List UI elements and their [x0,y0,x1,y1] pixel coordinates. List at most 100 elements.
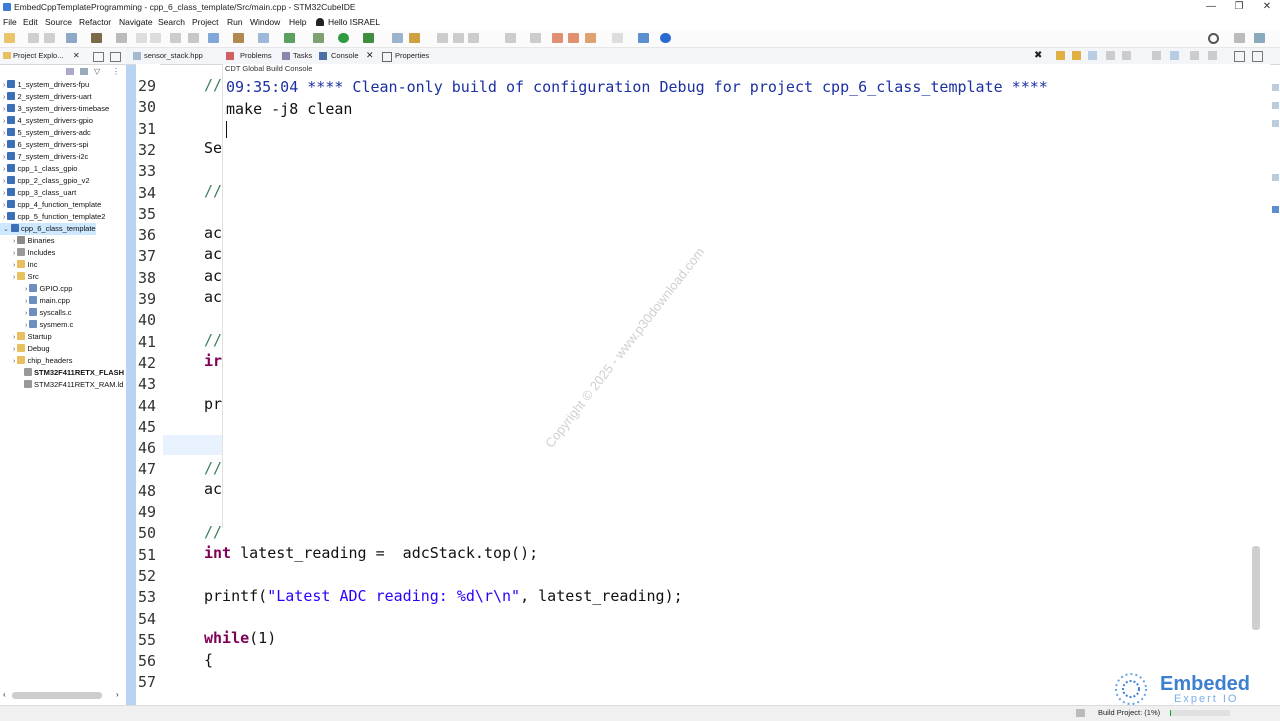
tree-item-folder[interactable]: › Startup [0,331,52,343]
manage-configs-icon[interactable] [66,33,77,43]
tree-item-source[interactable]: › syscalls.c [0,307,72,319]
explorer-horizontal-scrollbar[interactable]: ‹ › [0,689,126,701]
chevron-right-icon[interactable]: › [25,310,27,317]
chevron-right-icon[interactable]: › [13,250,15,257]
minimize-console-icon[interactable] [1234,51,1245,62]
view-menu-icon[interactable]: ⋮ [112,67,120,76]
new-console-icon[interactable] [1190,51,1199,60]
run-icon[interactable] [338,33,349,43]
sfr-icon[interactable] [1272,174,1279,181]
menu-navigate[interactable]: Navigate [119,17,153,27]
tree-item-child[interactable]: › Inc [0,259,37,271]
redo-icon[interactable] [150,33,161,43]
tree-item-project[interactable]: › 3_system_drivers-timebase [0,103,109,115]
outline-icon[interactable] [1272,84,1279,91]
forward-icon[interactable] [585,33,596,43]
build-hammer-icon[interactable] [91,33,102,43]
minimize-button[interactable]: — [1204,1,1218,13]
menu-help[interactable]: Help [289,17,306,27]
chevron-right-icon[interactable]: › [3,130,5,137]
chevron-right-icon[interactable]: › [3,202,5,209]
chevron-right-icon[interactable]: › [25,322,27,329]
open-perspective-icon[interactable] [638,33,649,43]
tab-tasks[interactable]: Tasks [293,50,312,62]
menu-file[interactable]: File [3,17,17,27]
menu-source[interactable]: Source [45,17,72,27]
tree-item-project[interactable]: › 6_system_drivers-spi [0,139,88,151]
undo-icon[interactable] [136,33,147,43]
tree-item-project[interactable]: › cpp_2_class_gpio_v2 [0,175,90,187]
menu-edit[interactable]: Edit [23,17,38,27]
minimize-view-icon[interactable] [93,52,104,62]
pin-console-icon[interactable] [1152,51,1161,60]
fast-view-icon[interactable] [1076,709,1085,717]
tree-item-project[interactable]: › 2_system_drivers-uart [0,91,92,103]
tree-item-project[interactable]: › cpp_3_class_uart [0,187,76,199]
collapse-all-icon[interactable] [66,68,74,75]
build-targets-icon[interactable] [1272,102,1279,109]
info-icon[interactable] [660,33,671,43]
display-console-icon[interactable] [1170,51,1179,60]
pin-icon[interactable] [612,33,623,43]
edit-icon[interactable] [409,33,420,43]
refresh-icon[interactable] [188,33,199,43]
cube-perspective-icon[interactable] [1254,33,1265,43]
close-icon[interactable]: ✕ [366,50,374,61]
scroll-left-icon[interactable]: ‹ [3,690,6,699]
chevron-right-icon[interactable]: › [3,178,5,185]
scroll-thumb[interactable] [12,692,102,699]
close-icon[interactable]: ✕ [73,51,80,60]
tab-sensor-stack[interactable]: sensor_stack.hpp [144,50,203,62]
tree-item-project[interactable]: › cpp_4_function_template [0,199,101,211]
copy-icon[interactable] [1122,51,1131,60]
sync-icon[interactable] [284,33,295,43]
open-type-icon[interactable] [233,33,244,43]
chevron-right-icon[interactable]: › [13,274,15,281]
tree-item-source[interactable]: › sysmem.c [0,319,73,331]
menu-run[interactable]: Run [227,17,243,27]
tree-item-child[interactable]: › Includes [0,247,55,259]
clean-icon[interactable] [116,33,127,43]
tree-item-source[interactable]: › main.cpp [0,295,70,307]
scroll-lock-up-icon[interactable] [1072,51,1081,60]
chevron-right-icon[interactable]: › [25,286,27,293]
chevron-right-icon[interactable]: › [3,190,5,197]
chevron-right-icon[interactable]: › [3,82,5,89]
tree-item-folder[interactable]: › Debug [0,343,50,355]
menu-refactor[interactable]: Refactor [79,17,111,27]
annotation-icon[interactable] [505,33,516,43]
chevron-right-icon[interactable]: › [25,298,27,305]
tree-item-project[interactable]: › 7_system_drivers-i2c [0,151,88,163]
build-progress-label[interactable]: Build Project: (1%) [1098,708,1160,717]
chevron-right-icon[interactable]: › [3,166,5,173]
chevron-down-icon[interactable]: ⌄ [3,226,9,233]
tree-item-project[interactable]: › cpp_1_class_gpio [0,163,77,175]
tree-item-child[interactable]: › Binaries [0,235,55,247]
search-icon[interactable] [1208,33,1219,44]
search-toolbar-icon[interactable] [258,33,269,43]
tree-item-linker[interactable]: STM32F411RETX_FLASH [0,367,124,379]
nav-icon-3[interactable] [468,33,479,43]
chevron-right-icon[interactable]: › [13,334,15,341]
explorer-tab-label[interactable]: Project Explo... [13,51,63,60]
static-stack-icon[interactable] [1272,120,1279,127]
chevron-right-icon[interactable]: › [3,154,5,161]
link-editor-icon[interactable] [80,68,88,75]
debug-icon[interactable] [313,33,324,43]
perspective-icon[interactable] [1234,33,1245,43]
console-view[interactable]: CDT Global Build Console 09:35:04 **** C… [222,64,1270,528]
save-all-icon[interactable] [44,33,55,43]
menu-search[interactable]: Search [158,17,185,27]
scroll-right-icon[interactable]: › [116,690,119,699]
splitter[interactable] [126,48,136,705]
open-console-icon[interactable] [1208,51,1217,60]
menu-project[interactable]: Project [192,17,218,27]
tree-item-project[interactable]: › cpp_5_function_template2 [0,211,105,223]
filter-icon[interactable]: ▽ [94,67,100,76]
chevron-right-icon[interactable]: › [13,346,15,353]
tree-item-child[interactable]: › Src [0,271,39,283]
save-icon[interactable] [28,33,39,43]
clear-console-icon[interactable]: ✖ [1034,50,1042,61]
chevron-right-icon[interactable]: › [13,238,15,245]
back-icon[interactable] [568,33,579,43]
